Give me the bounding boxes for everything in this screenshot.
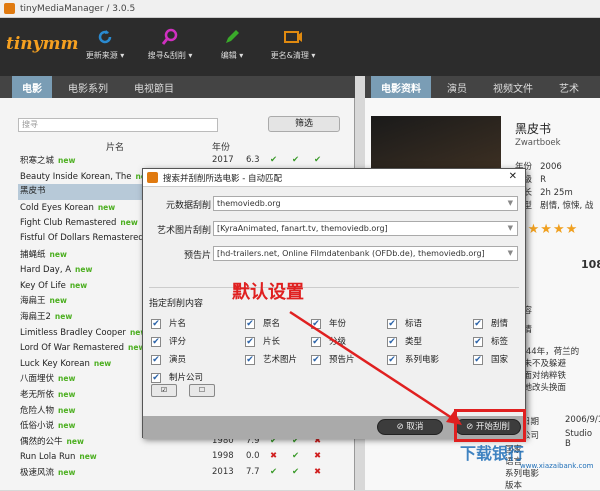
highlight-box (454, 409, 526, 442)
watermark-url: www.xiazaibank.com (520, 462, 594, 470)
watermark-text: 下载银行 (460, 444, 525, 463)
